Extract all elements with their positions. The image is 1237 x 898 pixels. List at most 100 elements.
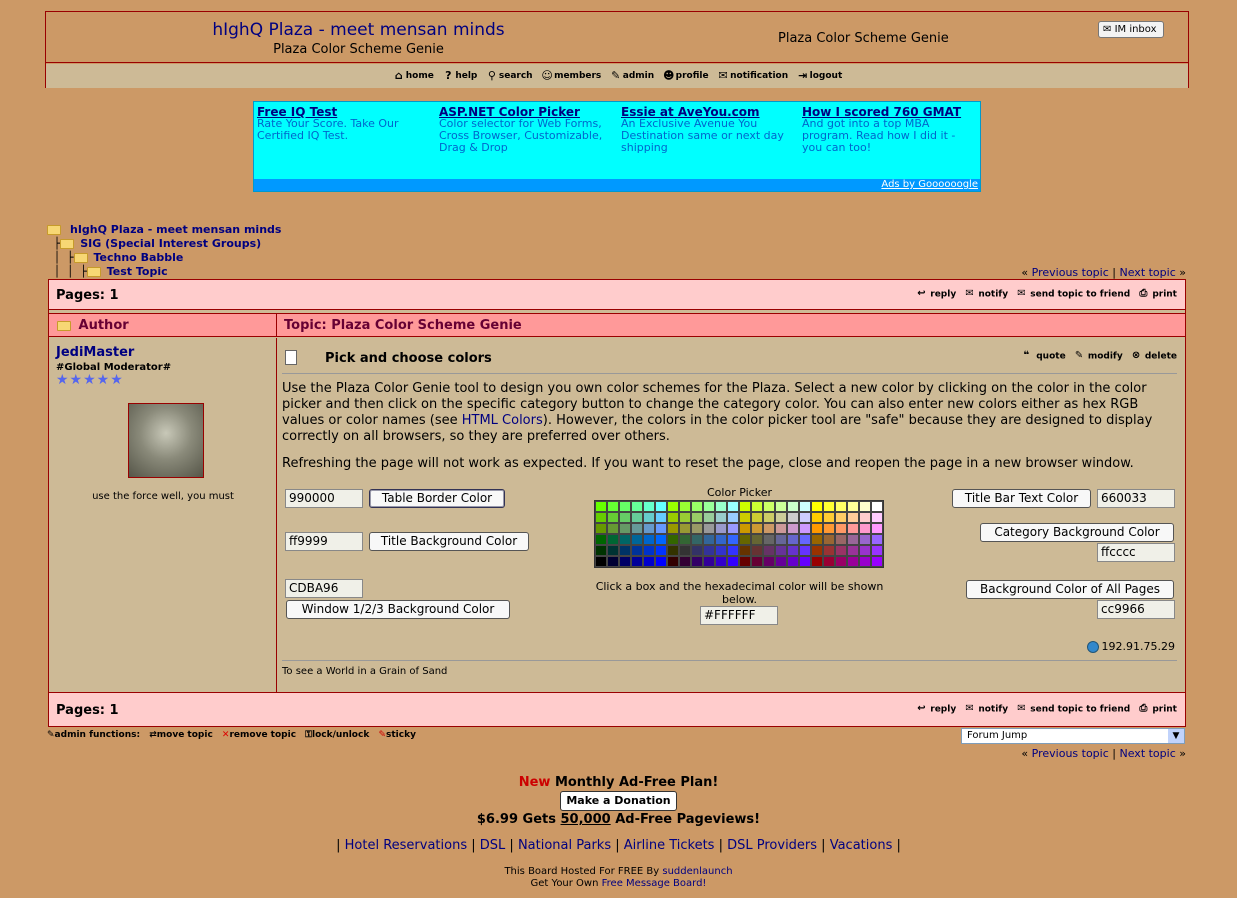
author-name-link[interactable]: JediMaster bbox=[56, 345, 134, 360]
color-swatch[interactable] bbox=[619, 523, 631, 534]
color-swatch[interactable] bbox=[811, 523, 823, 534]
nav-logout[interactable]: ⇥ logout bbox=[796, 69, 842, 82]
color-swatch[interactable] bbox=[715, 512, 727, 523]
color-swatch[interactable] bbox=[655, 523, 667, 534]
color-swatch[interactable] bbox=[667, 501, 679, 512]
color-swatch[interactable] bbox=[739, 523, 751, 534]
title-background-color-input[interactable]: ff9999 bbox=[285, 532, 363, 551]
color-swatch[interactable] bbox=[871, 512, 883, 523]
color-swatch[interactable] bbox=[691, 501, 703, 512]
suddenlaunch-link[interactable]: suddenlaunch bbox=[662, 866, 732, 877]
color-swatch[interactable] bbox=[607, 523, 619, 534]
ad-item[interactable]: How I scored 760 GMAT And got into a top… bbox=[802, 106, 977, 154]
color-swatch[interactable] bbox=[799, 556, 811, 567]
color-swatch[interactable] bbox=[859, 534, 871, 545]
previous-topic-link[interactable]: Previous topic bbox=[1032, 266, 1109, 279]
color-swatch[interactable] bbox=[847, 556, 859, 567]
category-background-color-input[interactable]: ffcccc bbox=[1097, 543, 1175, 562]
color-swatch[interactable] bbox=[703, 556, 715, 567]
color-swatch[interactable] bbox=[703, 512, 715, 523]
color-swatch[interactable] bbox=[799, 512, 811, 523]
breadcrumb-board[interactable]: hIghQ Plaza - meet mensan minds bbox=[70, 223, 281, 236]
color-swatch[interactable] bbox=[823, 534, 835, 545]
nav-notification[interactable]: ✉ notification bbox=[716, 69, 789, 82]
color-swatch[interactable] bbox=[787, 556, 799, 567]
color-swatch[interactable] bbox=[751, 512, 763, 523]
color-swatch[interactable] bbox=[763, 534, 775, 545]
color-swatch[interactable] bbox=[739, 545, 751, 556]
free-message-board-link[interactable]: Free Message Board! bbox=[602, 878, 707, 889]
color-swatch[interactable] bbox=[679, 523, 691, 534]
color-swatch[interactable] bbox=[775, 512, 787, 523]
color-swatch[interactable] bbox=[763, 556, 775, 567]
color-swatch[interactable] bbox=[751, 501, 763, 512]
ad-item[interactable]: ASP.NET Color Picker Color selector for … bbox=[439, 106, 614, 154]
link-hotel-reservations[interactable]: Hotel Reservations bbox=[345, 838, 467, 853]
nav-members[interactable]: ☺members bbox=[540, 69, 601, 82]
color-swatch[interactable] bbox=[739, 512, 751, 523]
modify-button[interactable]: ✎ modify bbox=[1075, 350, 1123, 362]
color-swatch[interactable] bbox=[631, 501, 643, 512]
color-swatch[interactable] bbox=[871, 501, 883, 512]
color-swatch[interactable] bbox=[787, 501, 799, 512]
color-swatch[interactable] bbox=[715, 556, 727, 567]
color-swatch[interactable] bbox=[775, 523, 787, 534]
color-swatch[interactable] bbox=[835, 512, 847, 523]
next-topic-link[interactable]: Next topic bbox=[1120, 266, 1176, 279]
color-swatch[interactable] bbox=[835, 534, 847, 545]
color-swatch[interactable] bbox=[703, 501, 715, 512]
color-swatch[interactable] bbox=[835, 545, 847, 556]
reply-button[interactable]: ↩ reply bbox=[917, 288, 956, 300]
color-swatch[interactable] bbox=[607, 545, 619, 556]
forum-jump-select[interactable]: Forum Jump ▼ bbox=[961, 728, 1185, 744]
breadcrumb-category[interactable]: SIG (Special Interest Groups) bbox=[80, 237, 261, 250]
color-swatch[interactable] bbox=[787, 523, 799, 534]
color-swatch[interactable] bbox=[775, 556, 787, 567]
color-swatch[interactable] bbox=[835, 523, 847, 534]
color-swatch[interactable] bbox=[631, 512, 643, 523]
color-swatch[interactable] bbox=[679, 556, 691, 567]
color-swatch[interactable] bbox=[775, 534, 787, 545]
color-swatch[interactable] bbox=[871, 534, 883, 545]
color-swatch[interactable] bbox=[847, 512, 859, 523]
color-swatch[interactable] bbox=[679, 545, 691, 556]
nav-search[interactable]: ⚲ search bbox=[485, 69, 533, 82]
color-swatch[interactable] bbox=[751, 523, 763, 534]
color-swatch[interactable] bbox=[691, 545, 703, 556]
color-swatch[interactable] bbox=[631, 523, 643, 534]
color-swatch[interactable] bbox=[811, 556, 823, 567]
sticky-button[interactable]: ✎sticky bbox=[378, 730, 415, 740]
nav-profile[interactable]: ☻profile bbox=[662, 69, 709, 82]
color-swatch[interactable] bbox=[679, 512, 691, 523]
color-swatch[interactable] bbox=[799, 501, 811, 512]
color-swatch[interactable] bbox=[691, 523, 703, 534]
make-donation-button[interactable]: Make a Donation bbox=[560, 791, 677, 811]
table-border-color-button[interactable]: Table Border Color bbox=[369, 489, 505, 508]
color-swatch[interactable] bbox=[655, 545, 667, 556]
color-swatch[interactable] bbox=[859, 512, 871, 523]
color-swatch[interactable] bbox=[811, 501, 823, 512]
color-swatch[interactable] bbox=[739, 501, 751, 512]
nav-help[interactable]: ? help bbox=[441, 69, 477, 82]
page-background-color-button[interactable]: Background Color of All Pages bbox=[966, 580, 1174, 599]
color-swatch[interactable] bbox=[871, 556, 883, 567]
next-topic-link[interactable]: Next topic bbox=[1120, 747, 1176, 760]
quote-button[interactable]: ❝ quote bbox=[1023, 350, 1065, 362]
color-swatch[interactable] bbox=[799, 545, 811, 556]
send-topic-button[interactable]: ✉ send topic to friend bbox=[1017, 703, 1130, 715]
color-swatch[interactable] bbox=[847, 545, 859, 556]
color-swatch[interactable] bbox=[595, 545, 607, 556]
color-swatch[interactable] bbox=[859, 523, 871, 534]
color-swatch[interactable] bbox=[655, 512, 667, 523]
link-national-parks[interactable]: National Parks bbox=[518, 838, 611, 853]
breadcrumb-board-techno[interactable]: Techno Babble bbox=[94, 251, 184, 264]
color-swatch[interactable] bbox=[787, 512, 799, 523]
notify-button[interactable]: ✉ notify bbox=[965, 703, 1008, 715]
color-swatch[interactable] bbox=[811, 534, 823, 545]
color-swatch[interactable] bbox=[667, 556, 679, 567]
color-swatch[interactable] bbox=[595, 512, 607, 523]
title-bar-text-color-button[interactable]: Title Bar Text Color bbox=[952, 489, 1091, 508]
category-background-color-button[interactable]: Category Background Color bbox=[980, 523, 1174, 542]
color-swatch[interactable] bbox=[835, 556, 847, 567]
color-swatch[interactable] bbox=[763, 512, 775, 523]
